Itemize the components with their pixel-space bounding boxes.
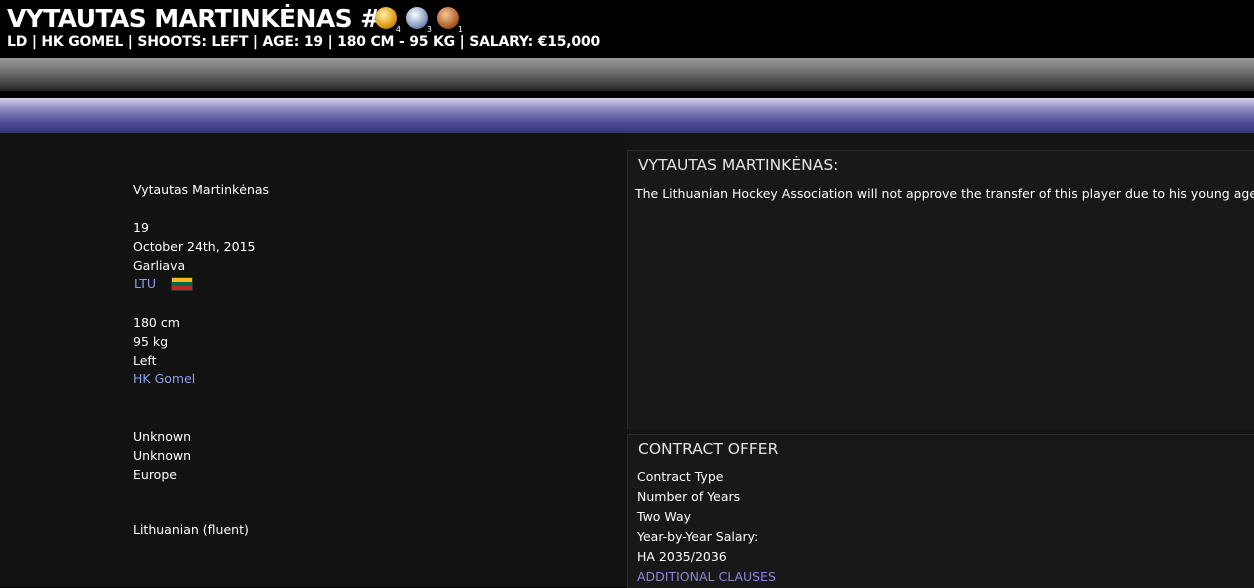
section-bar [0,98,1254,133]
player-unknown-2: Unknown [133,448,192,463]
profile-content: Vytautas Martinkėnas 19 October 24th, 20… [0,133,1254,588]
silver-award-icon[interactable]: 3 [406,7,432,34]
contract-offer-panel: CONTRACT OFFER Contract Type Number of Y… [627,434,1254,588]
salary-label: Year-by-Year Salary: [637,529,759,544]
lithuania-flag-icon [171,277,193,291]
player-unknown-1: Unknown [133,429,192,444]
bronze-award-icon[interactable]: 1 [437,7,463,34]
profile-details: Vytautas Martinkėnas 19 October 24th, 20… [0,133,625,587]
team-link[interactable]: HK Gomel [133,371,195,386]
player-name: Vytautas Martinkėnas [133,182,270,197]
award-badges: 4 3 1 [375,7,463,34]
additional-clauses-link[interactable]: ADDITIONAL CLAUSES [637,569,776,584]
gold-award-icon[interactable]: 4 [375,7,401,34]
season-label: HA 2035/2036 [637,549,727,564]
player-summary: LD | HK GOMEL | SHOOTS: LEFT | AGE: 19 |… [7,34,601,50]
player-region: Europe [133,467,177,482]
player-height: 180 cm [133,315,180,330]
player-birthplace: Garliava [133,258,186,273]
player-header: VYTAUTAS MARTINKĖNAS #0 4 3 1 LD | HK GO… [0,0,1254,58]
number-of-years-label: Number of Years [637,489,741,504]
nationality-link[interactable]: LTU [134,276,156,291]
gold-award-count: 4 [395,25,401,34]
player-shoots: Left [133,353,157,368]
player-title: VYTAUTAS MARTINKĖNAS #0 [7,4,398,33]
flag-stripe-red [172,286,192,290]
player-language: Lithuanian (fluent) [133,522,249,537]
bronze-award-count: 1 [457,25,463,34]
contract-type-label: Contract Type [637,469,724,484]
player-age: 19 [133,220,149,235]
notice-panel: VYTAUTAS MARTINKĖNAS: The Lithuanian Hoc… [627,150,1254,429]
silver-award-count: 3 [426,25,432,34]
nav-bar [0,58,1254,91]
contract-offer-heading: CONTRACT OFFER [638,440,779,458]
two-way-label: Two Way [637,509,692,524]
notice-text: The Lithuanian Hockey Association will n… [635,186,1254,201]
player-weight: 95 kg [133,334,169,349]
notice-heading: VYTAUTAS MARTINKĖNAS: [638,156,839,174]
player-birthdate: October 24th, 2015 [133,239,256,254]
